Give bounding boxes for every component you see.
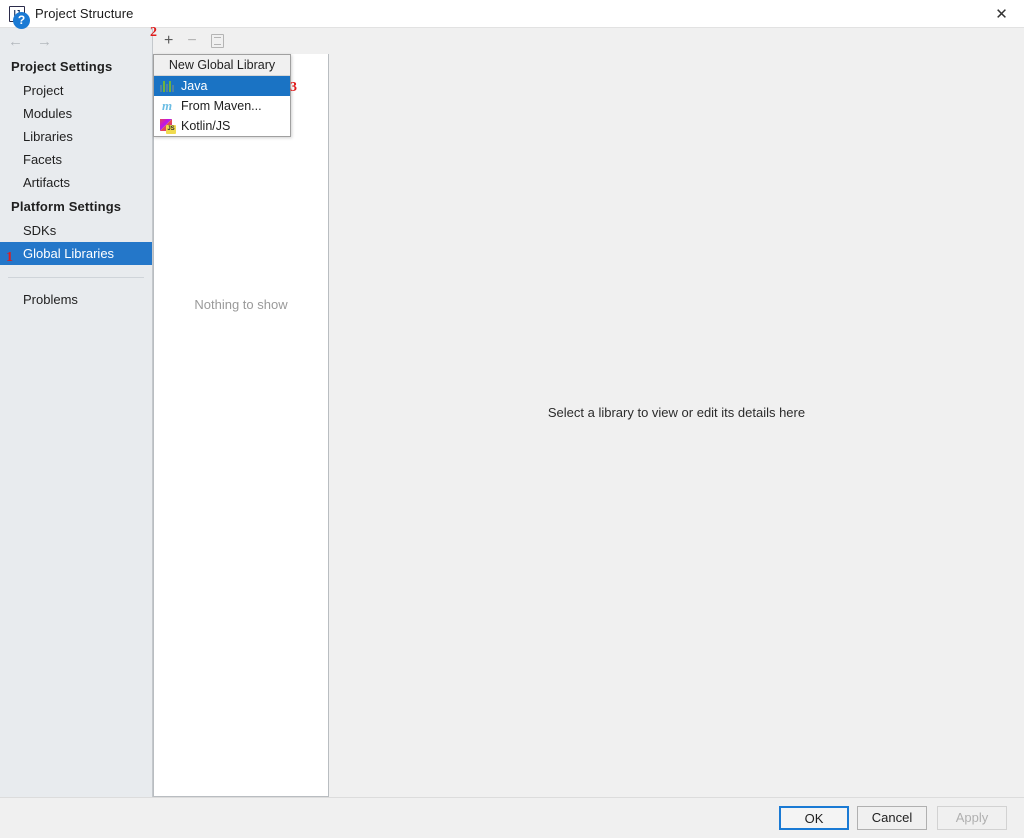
sidebar-item-libraries[interactable]: Libraries bbox=[0, 125, 152, 148]
apply-button: Apply bbox=[937, 806, 1007, 830]
library-detail-panel: Select a library to view or edit its det… bbox=[329, 28, 1024, 797]
maven-icon: m bbox=[161, 98, 173, 113]
library-list-panel[interactable]: Nothing to show bbox=[153, 54, 329, 797]
menu-item-label: Java bbox=[181, 79, 208, 93]
new-global-library-menu: New Global Library Java m From Maven... … bbox=[153, 54, 291, 137]
add-button[interactable]: + bbox=[164, 33, 173, 49]
remove-button[interactable]: − bbox=[187, 33, 196, 49]
annotation-marker-3: 3 bbox=[290, 80, 297, 95]
annotation-marker-1: 1 bbox=[6, 250, 13, 265]
annotation-marker-2: 2 bbox=[150, 25, 157, 40]
sidebar-item-facets[interactable]: Facets bbox=[0, 148, 152, 171]
sidebar-divider bbox=[8, 277, 144, 278]
close-icon[interactable]: ✕ bbox=[979, 0, 1024, 28]
menu-item-from-maven[interactable]: m From Maven... bbox=[154, 96, 290, 116]
menu-item-label: Kotlin/JS bbox=[181, 119, 231, 133]
project-structure-dialog: Project Structure ✕ ← → Project Settings… bbox=[0, 0, 1024, 838]
sidebar-item-modules[interactable]: Modules bbox=[0, 102, 152, 125]
sidebar-item-project[interactable]: Project bbox=[0, 79, 152, 102]
cancel-button[interactable]: Cancel bbox=[857, 806, 927, 830]
navigation-arrows: ← → bbox=[0, 28, 152, 54]
detail-hint-label: Select a library to view or edit its det… bbox=[547, 405, 806, 420]
sidebar-item-sdks[interactable]: SDKs bbox=[0, 219, 152, 242]
back-arrow-icon[interactable]: ← bbox=[8, 34, 23, 49]
java-icon bbox=[159, 78, 175, 94]
copy-icon[interactable] bbox=[210, 34, 224, 48]
sidebar-item-problems[interactable]: Problems bbox=[0, 288, 152, 311]
ok-button[interactable]: OK bbox=[779, 806, 849, 830]
library-toolbar: + − bbox=[154, 28, 329, 54]
sidebar-item-global-libraries[interactable]: Global Libraries bbox=[0, 242, 152, 265]
forward-arrow-icon[interactable]: → bbox=[37, 34, 52, 49]
kotlin-js-icon: JS bbox=[159, 118, 176, 134]
help-icon[interactable]: ? bbox=[13, 12, 30, 29]
menu-title: New Global Library bbox=[154, 55, 290, 76]
sidebar: ← → Project Settings Project Modules Lib… bbox=[0, 28, 153, 797]
menu-item-kotlin-js[interactable]: JS Kotlin/JS bbox=[154, 116, 290, 136]
empty-state-label: Nothing to show bbox=[194, 297, 288, 312]
menu-item-label: From Maven... bbox=[181, 99, 262, 113]
page-title: Project Structure bbox=[35, 6, 134, 21]
menu-item-java[interactable]: Java bbox=[154, 76, 290, 96]
section-header-project-settings: Project Settings bbox=[11, 59, 113, 74]
sidebar-item-artifacts[interactable]: Artifacts bbox=[0, 171, 152, 194]
title-bar: Project Structure ✕ bbox=[0, 0, 1024, 28]
section-header-platform-settings: Platform Settings bbox=[11, 199, 122, 214]
